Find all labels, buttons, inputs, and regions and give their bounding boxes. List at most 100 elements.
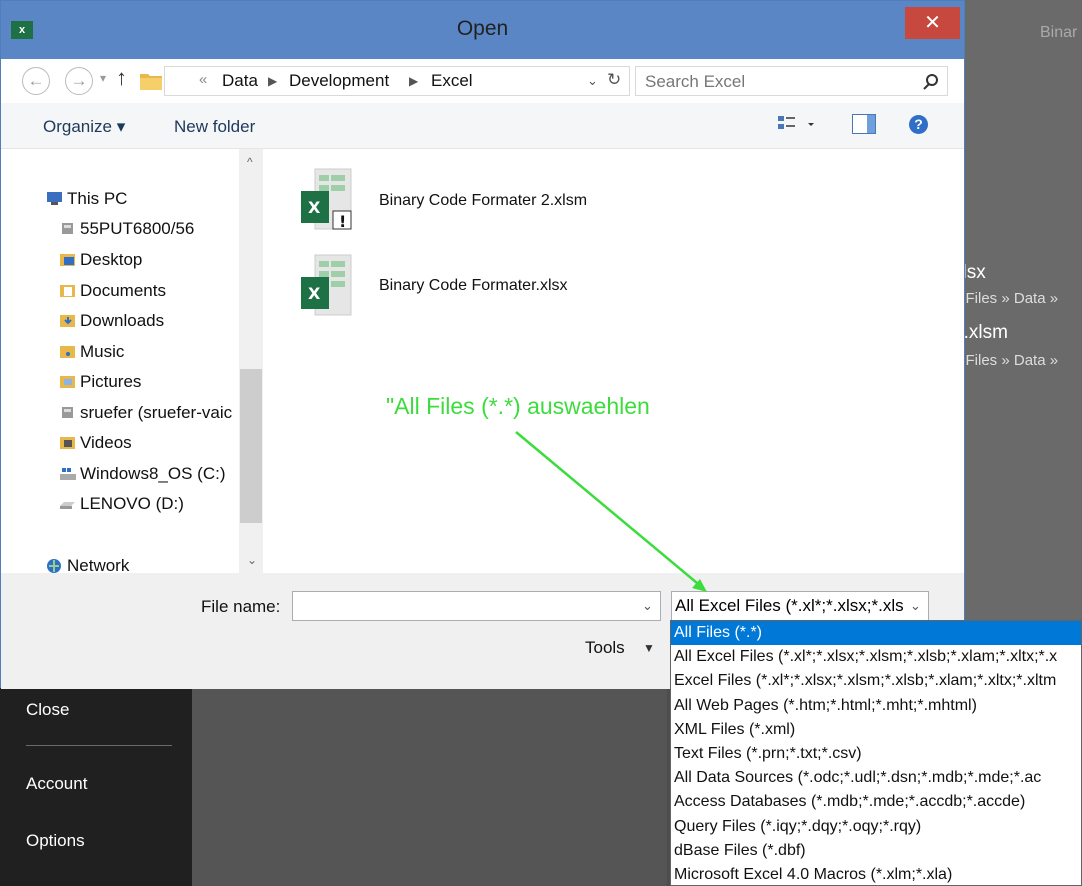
tree-item-videos[interactable]: Videos (59, 431, 132, 455)
close-button[interactable]: ✕ (905, 7, 960, 39)
title-bar[interactable]: x Open ✕ (1, 1, 964, 59)
tree-item-sruefer[interactable]: sruefer (sruefer-vaic (59, 401, 239, 425)
tree-item-label: Documents (80, 281, 166, 300)
tree-item-documents[interactable]: Documents (59, 279, 166, 303)
file-type-option[interactable]: All Web Pages (*.htm;*.html;*.mht;*.mhtm… (671, 694, 1081, 718)
tree-item-lenovo[interactable]: LENOVO (D:) (59, 492, 184, 516)
desktop-folder-icon (59, 250, 76, 266)
breadcrumb-separator-icon[interactable]: ▶ (268, 74, 277, 88)
windows-drive-icon (59, 464, 76, 480)
open-dialog: x Open ✕ ← → ▾ ↑ « Data ▶ Development ▶ … (0, 0, 965, 689)
tree-item-label: Videos (80, 433, 132, 452)
file-type-option[interactable]: Excel Files (*.xl*;*.xlsx;*.xlsm;*.xlsb;… (671, 669, 1081, 693)
tree-item-pictures[interactable]: Pictures (59, 370, 141, 394)
backstage-options[interactable]: Options (26, 831, 85, 851)
navigation-bar: ← → ▾ ↑ « Data ▶ Development ▶ Excel ⌄ ↻… (1, 59, 964, 103)
tools-button[interactable]: Tools (585, 638, 625, 658)
excel-macro-file-icon: X ! (301, 168, 352, 231)
recent-item-path: » Files » Data » (953, 352, 1059, 369)
pictures-folder-icon (59, 372, 76, 388)
file-type-option[interactable]: All Files (*.*) (671, 621, 1081, 646)
tree-item-this-pc[interactable]: This PC (46, 187, 127, 211)
preview-pane-icon[interactable] (852, 114, 876, 134)
svg-text:X: X (308, 284, 321, 303)
backstage-account[interactable]: Account (26, 774, 87, 794)
recent-item-path: » Files » Data » (953, 290, 1059, 307)
refresh-icon[interactable]: ↻ (607, 70, 621, 90)
folder-icon (139, 70, 163, 91)
file-type-option[interactable]: XML Files (*.xml) (671, 718, 1081, 742)
search-icon[interactable] (922, 73, 940, 91)
file-name: Binary Code Formater.xlsx (379, 277, 568, 294)
view-options-icon[interactable] (778, 114, 818, 136)
new-folder-button[interactable]: New folder (174, 117, 255, 137)
backstage-separator (26, 745, 172, 746)
address-overflow: « (199, 71, 208, 88)
tree-item-downloads[interactable]: Downloads (59, 309, 164, 333)
forward-arrow-icon[interactable]: → (65, 67, 93, 95)
excel-file-icon: X (301, 254, 352, 316)
tree-item-label: 55PUT6800/56 (80, 219, 195, 238)
tree-item-label: Music (80, 342, 125, 361)
file-type-dropdown-list[interactable]: All Files (*.*) All Excel Files (*.xl*;*… (670, 620, 1082, 886)
recent-locations-chevron-icon[interactable]: ▾ (100, 71, 106, 85)
file-type-option[interactable]: Text Files (*.prn;*.txt;*.csv) (671, 742, 1081, 766)
scroll-down-icon[interactable]: ⌄ (247, 553, 257, 567)
file-type-option[interactable]: Microsoft Excel 4.0 Macros (*.xlm;*.xla) (671, 863, 1081, 885)
tree-item-label: Downloads (80, 311, 165, 330)
tree-item-label: Windows8_OS (C:) (80, 464, 226, 483)
file-item[interactable]: X ! Binary Code Formater 2.xlsm (299, 165, 629, 237)
up-arrow-icon[interactable]: ↑ (116, 65, 127, 91)
backstage-recent-panel: Binar xlsx » Files » Data » 2.xlsm » Fil… (953, 0, 1082, 620)
file-name: Binary Code Formater 2.xlsm (379, 192, 588, 209)
file-item[interactable]: X Binary Code Formater.xlsx (299, 251, 629, 323)
breadcrumb-data[interactable]: Data (222, 71, 258, 91)
tree-item-55put6800[interactable]: 55PUT6800/56 (59, 217, 194, 241)
back-arrow-icon[interactable]: ← (22, 67, 50, 95)
tree-item-desktop[interactable]: Desktop (59, 248, 142, 272)
tools-dropdown-icon[interactable]: ▼ (643, 641, 655, 655)
tree-item-label: sruefer (sruefer-vaic (80, 403, 233, 422)
breadcrumb-development[interactable]: Development (289, 71, 389, 91)
file-type-option[interactable]: All Data Sources (*.odc;*.udl;*.dsn;*.md… (671, 766, 1081, 790)
search-input[interactable]: Search Excel (645, 72, 745, 92)
recent-header: Binar (1040, 24, 1078, 41)
file-name-chevron-icon[interactable]: ⌄ (642, 598, 653, 614)
file-type-chevron-icon[interactable]: ⌄ (910, 592, 921, 620)
file-type-option[interactable]: Access Databases (*.mdb;*.mde;*.accdb;*.… (671, 790, 1081, 814)
tree-item-windows8-os[interactable]: Windows8_OS (C:) (59, 462, 225, 486)
search-box[interactable]: Search Excel (635, 66, 948, 96)
address-dropdown-chevron-icon[interactable]: ⌄ (587, 73, 598, 89)
help-icon[interactable]: ? (909, 115, 928, 134)
command-bar: Organize ▾ New folder ? (1, 103, 964, 149)
file-type-option[interactable]: All Excel Files (*.xl*;*.xlsx;*.xlsm;*.x… (671, 645, 1081, 669)
svg-text:!: ! (339, 212, 346, 231)
breadcrumb-excel[interactable]: Excel (431, 71, 473, 91)
tree-item-label: Pictures (80, 372, 142, 391)
network-drive-icon (59, 219, 76, 234)
dialog-title: Open (456, 17, 509, 40)
breadcrumb-separator-icon[interactable]: ▶ (409, 74, 418, 88)
annotation-arrow-icon (515, 431, 707, 592)
pc-icon (46, 189, 63, 205)
organize-button[interactable]: Organize ▾ (43, 117, 125, 137)
drive-icon (59, 494, 76, 509)
scrollbar-thumb[interactable] (240, 369, 262, 523)
network-icon (46, 556, 63, 573)
videos-folder-icon (59, 433, 76, 449)
annotation-text: "All Files (*.*) auswaehlen (386, 393, 650, 419)
music-folder-icon (59, 342, 76, 358)
address-bar[interactable]: « Data ▶ Development ▶ Excel ⌄ ↻ (164, 66, 630, 96)
scroll-up-icon[interactable]: ^ (247, 155, 253, 169)
tree-item-music[interactable]: Music (59, 340, 124, 364)
svg-text:X: X (308, 198, 321, 217)
file-type-option[interactable]: dBase Files (*.dbf) (671, 839, 1081, 863)
file-name-label: File name: (201, 597, 281, 616)
downloads-folder-icon (59, 311, 76, 327)
backstage-close[interactable]: Close (26, 700, 69, 720)
backstage-content (192, 688, 667, 886)
file-type-option[interactable]: Query Files (*.iqy;*.dqy;*.oqy;*.rqy) (671, 815, 1081, 839)
tree-item-label: LENOVO (D:) (80, 494, 184, 513)
tree-item-label: Desktop (80, 250, 143, 269)
tree-item-label: This PC (67, 189, 128, 208)
